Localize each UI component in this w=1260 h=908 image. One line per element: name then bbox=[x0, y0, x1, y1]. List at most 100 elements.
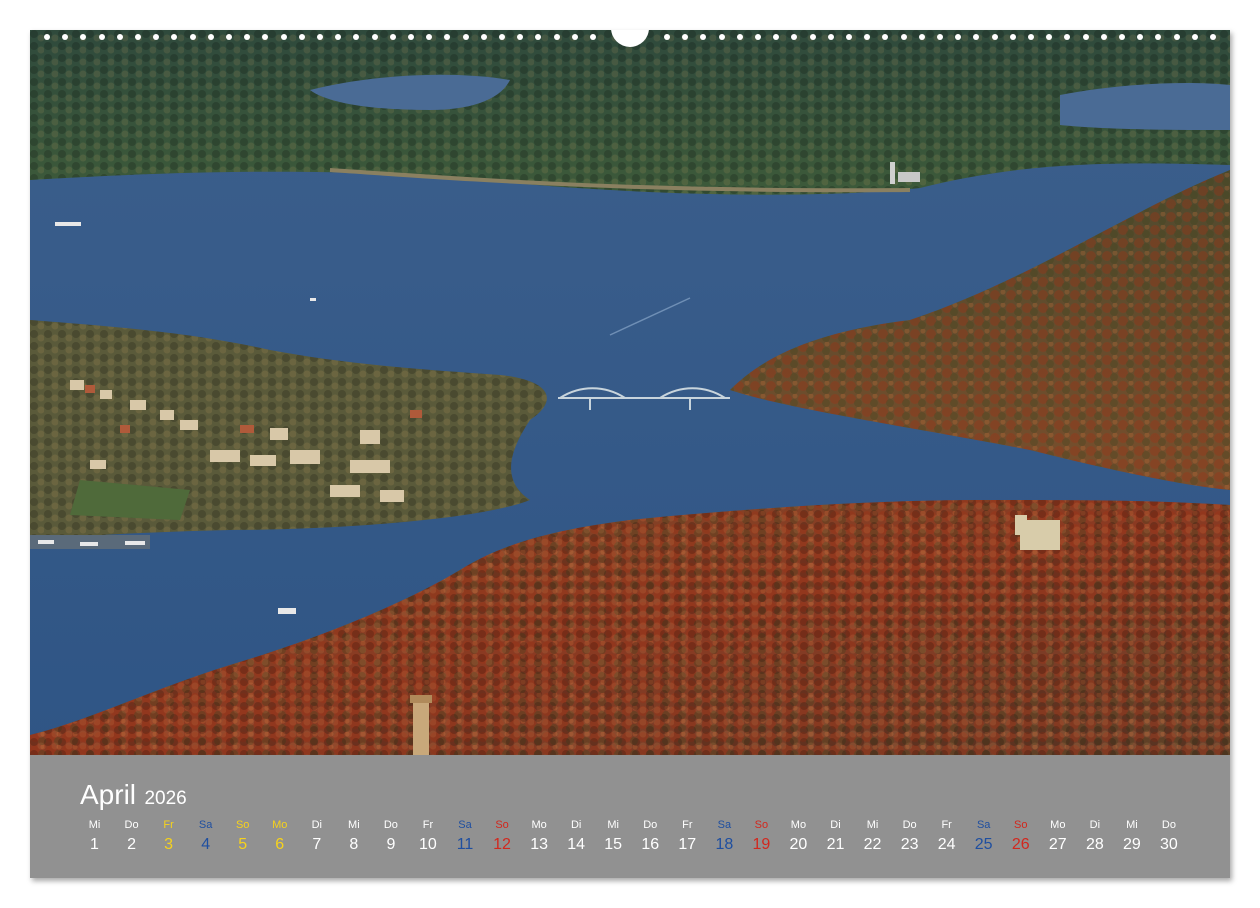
binding-hole bbox=[98, 34, 105, 40]
day-number: 30 bbox=[1160, 836, 1178, 853]
day-cell: Mi 1 bbox=[76, 817, 113, 857]
day-name: Do bbox=[383, 819, 398, 831]
day-name: Do bbox=[124, 819, 139, 831]
day-name: Mo bbox=[531, 819, 547, 831]
day-name: Di bbox=[311, 819, 322, 831]
binding-hole bbox=[864, 34, 871, 40]
day-number: 1 bbox=[90, 836, 99, 853]
binding-hole bbox=[1137, 34, 1144, 40]
day-cell: Sa 18 bbox=[706, 817, 743, 857]
day-number: 21 bbox=[826, 836, 845, 853]
day-cell: Sa 4 bbox=[187, 817, 224, 857]
binding-hole bbox=[1046, 34, 1053, 40]
day-cell: Do 2 bbox=[113, 817, 150, 857]
binding-hole bbox=[973, 34, 980, 40]
binding-hole bbox=[827, 34, 834, 40]
binding-hole bbox=[153, 34, 160, 40]
day-cell: Do 30 bbox=[1150, 817, 1187, 857]
day-cell: Mo 27 bbox=[1039, 817, 1076, 857]
binding-hole bbox=[553, 34, 560, 40]
binding-hole bbox=[462, 34, 469, 40]
binding-hole bbox=[535, 34, 542, 40]
binding-hole bbox=[171, 34, 178, 40]
day-number: 6 bbox=[275, 836, 285, 853]
binding-hole bbox=[1082, 34, 1089, 40]
day-cell: Sa 25 bbox=[965, 817, 1002, 857]
day-name: Mi bbox=[607, 819, 619, 831]
binding-hole bbox=[1064, 34, 1071, 40]
binding-hole bbox=[517, 34, 524, 40]
day-cell: Di 7 bbox=[298, 817, 335, 857]
day-cell: So 19 bbox=[743, 817, 780, 857]
binding-hole bbox=[1210, 34, 1216, 40]
day-number: 24 bbox=[937, 836, 956, 853]
binding-hole bbox=[353, 34, 360, 40]
binding-hole bbox=[389, 34, 396, 40]
binding-hole bbox=[499, 34, 505, 40]
binding-hole bbox=[1119, 34, 1125, 40]
day-number: 15 bbox=[604, 836, 623, 853]
day-number: 25 bbox=[974, 836, 993, 853]
binding-hole bbox=[809, 34, 816, 40]
binding-hole bbox=[846, 34, 852, 40]
day-number: 27 bbox=[1048, 836, 1067, 853]
day-number: 20 bbox=[789, 836, 808, 853]
binding-hole bbox=[62, 34, 69, 40]
binding-hole bbox=[991, 34, 998, 40]
binding-hole bbox=[1009, 34, 1016, 40]
day-cell: So 5 bbox=[224, 817, 261, 857]
binding-hole bbox=[1155, 34, 1162, 40]
day-name: Mo bbox=[1050, 819, 1066, 831]
binding-hole bbox=[280, 34, 287, 40]
calendar-strip: April 2026 Mi 1 Do 2 Fr 3 Sa 4 So 5 Mo 6 Di 7 Mi 8 Do 9 Fr… bbox=[30, 755, 1230, 878]
day-number: 2 bbox=[127, 836, 136, 853]
day-name: Fr bbox=[682, 819, 693, 831]
day-number: 10 bbox=[419, 836, 437, 853]
binding-hole bbox=[937, 34, 943, 40]
day-cell: Di 14 bbox=[558, 817, 595, 857]
day-number: 5 bbox=[238, 836, 248, 853]
binding-hole bbox=[755, 34, 761, 40]
binding-hole bbox=[444, 34, 451, 40]
binding-hole bbox=[135, 34, 141, 40]
day-cell: Do 23 bbox=[891, 817, 928, 857]
day-number: 11 bbox=[456, 836, 474, 853]
day-name: Do bbox=[1161, 819, 1176, 831]
day-cell: So 26 bbox=[1002, 817, 1039, 857]
day-cell: Mi 8 bbox=[335, 817, 372, 857]
day-name: Mi bbox=[88, 819, 101, 831]
day-cell: Mi 29 bbox=[1113, 817, 1150, 857]
day-cell: Di 21 bbox=[817, 817, 854, 857]
landscape-photo bbox=[30, 30, 1230, 755]
day-name: Sa bbox=[458, 819, 472, 831]
binding-hole bbox=[791, 34, 798, 40]
binding-hole bbox=[1028, 34, 1034, 40]
binding-hole bbox=[262, 34, 269, 40]
binding-hole bbox=[426, 34, 433, 40]
day-number: 9 bbox=[386, 836, 396, 853]
binding-hole bbox=[317, 34, 323, 40]
day-name: Mi bbox=[348, 819, 360, 831]
day-name: So bbox=[495, 819, 509, 831]
binding-hole bbox=[718, 34, 725, 40]
day-cell: Di 28 bbox=[1076, 817, 1113, 857]
binding-hole bbox=[682, 34, 689, 40]
day-name: So bbox=[1014, 819, 1028, 831]
month-name: April bbox=[80, 779, 137, 810]
binding-hole bbox=[335, 34, 342, 40]
binding-hole bbox=[226, 34, 232, 40]
day-cell: Mo 20 bbox=[780, 817, 817, 857]
day-name: Mo bbox=[790, 819, 807, 831]
day-name: Di bbox=[830, 819, 841, 831]
binding-hole bbox=[1100, 34, 1107, 40]
binding-hole bbox=[244, 34, 251, 40]
binding-hole bbox=[882, 34, 889, 40]
binding-hole bbox=[80, 34, 87, 40]
day-cell: Mi 22 bbox=[854, 817, 891, 857]
days-row: Mi 1 Do 2 Fr 3 Sa 4 So 5 Mo 6 Di 7 Mi 8 Do 9 Fr 10 Sa 11 So 12 M… bbox=[76, 817, 1196, 867]
day-name: Di bbox=[1089, 819, 1101, 831]
day-number: 28 bbox=[1085, 836, 1104, 853]
day-number: 8 bbox=[349, 836, 359, 853]
day-cell: Sa 11 bbox=[447, 817, 484, 857]
day-number: 4 bbox=[201, 836, 211, 853]
